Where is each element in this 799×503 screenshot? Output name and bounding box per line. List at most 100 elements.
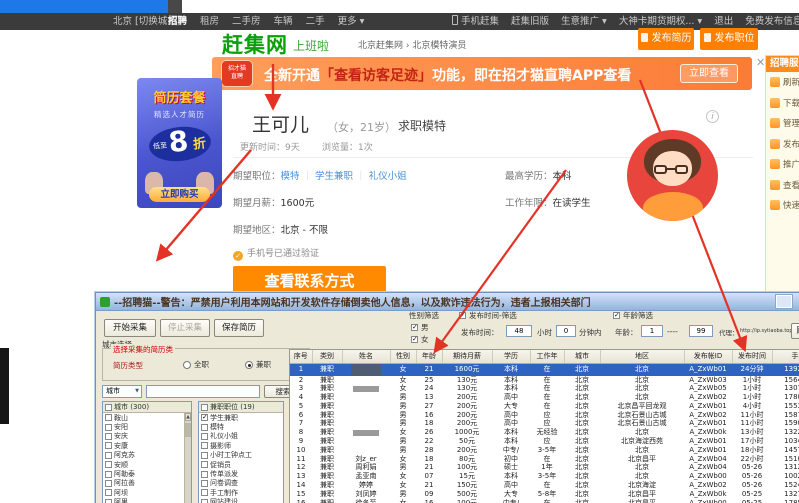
job-list-item[interactable]: 传单派发 [199,469,283,478]
column-header[interactable]: 期待月薪 [442,350,493,364]
nav-item[interactable]: 二手房 [232,13,261,30]
publish-job-button[interactable]: 发布职位 [700,28,758,50]
table-row[interactable]: 12 兼职 周利娟 男 21 100元 硕士 1年 北京 北京 A_ZxWb04 05-26 13125… [290,463,799,472]
start-collect-button[interactable]: 开始采集 [104,319,156,337]
window-control-button[interactable] [776,295,792,308]
city-list-item[interactable]: 阿里 [103,498,191,503]
city-list-item[interactable]: 安庆 [103,432,191,441]
service-item[interactable]: 快速招聘 [766,195,799,216]
column-header[interactable]: 序号 [290,350,313,364]
job-list-item[interactable]: 学生兼职 [199,413,283,422]
job-list-item[interactable]: 摄影师 [199,441,283,450]
info-icon[interactable]: i [706,110,719,123]
job-list-item[interactable]: 促销员 [199,460,283,469]
banner-view-button[interactable]: 立即查看 [680,64,738,83]
service-item[interactable]: 管理职位 [766,113,799,134]
job-list-item[interactable]: 模特 [199,422,283,431]
ganji-logo[interactable]: 赶集网 [222,29,288,59]
service-item[interactable]: 下载简历 [766,93,799,114]
city-list-item[interactable]: 安阳 [103,422,191,431]
table-row[interactable]: 3 兼职 女 24 130元 本科 在 北京 北京 A_ZxWb05 1小时 13071075 [290,384,799,393]
column-header[interactable]: 姓名 [342,350,391,364]
nav-item[interactable]: 车辆 [274,13,293,30]
nav-item[interactable]: 手机赶集 [452,13,499,30]
table-cell: A_ZxWb01 [684,363,732,376]
table-row[interactable]: 10 兼职 男 28 200元 中专/3-5年 北京 北京 A_ZxWb01 18小时 145720… [290,446,799,455]
table-cell: 50元 [459,437,475,446]
scrollbar[interactable]: ▲ [184,413,191,503]
resume-package-ad[interactable]: 简历套餐 精选人才简历 低至 8 折 立即购买 [137,78,222,208]
column-header[interactable]: 发布帐ID [684,350,733,364]
column-header[interactable]: 学历 [492,350,531,364]
column-header[interactable]: 年龄 [416,350,443,364]
table-row[interactable]: 13 兼职 孟亚南 女 07 15元 本科 3-5年 北京 北京 A_ZxWb00 05-26 1002… [290,472,799,481]
breadcrumb[interactable]: 北京赶集网 › 北京模特演员 [358,38,466,51]
refresh-button[interactable]: 刷新 [791,323,799,339]
age-filter-checkbox[interactable]: 年龄筛选 [613,310,653,321]
job-list-item[interactable]: 礼仪小姐 [199,432,283,441]
column-header[interactable]: 城市 [564,350,601,364]
city-list-item[interactable]: 阿勒泰 [103,469,191,478]
publish-resume-button[interactable]: 发布简历 [638,28,694,50]
parttime-radio[interactable]: 兼职 [245,359,271,370]
service-item[interactable]: 刷新简历 [766,72,799,93]
age-min-input[interactable] [641,325,663,337]
age-max-input[interactable] [689,325,713,337]
table-row[interactable]: 2 兼职 女 25 130元 本科 在 北京 北京 A_ZxWb03 1小时 15647235 [290,376,799,385]
table-row[interactable]: 5 兼职 男 27 200元 大专 在 北京 北京昌平回龙观 A_ZxWb01 4小时 1553822… [290,402,799,411]
save-resume-button[interactable]: 保存简历 [214,319,264,337]
table-row[interactable]: 7 兼职 男 18 200元 高中 应 北京 北京石景山古城 A_ZxWb01 11小时 159004… [290,419,799,428]
table-row[interactable]: 15 兼职 刘凤婷 男 09 500元 大专 5-8年 北京 北京昌平 A_ZxWb0k 05-25 1… [290,490,799,499]
city-list-item[interactable]: 安顺 [103,460,191,469]
nav-item[interactable]: 租房 [200,13,219,30]
hours-input[interactable] [506,325,532,337]
buy-now-button[interactable]: 立即购买 [149,187,210,202]
column-header[interactable]: 性别 [390,350,417,364]
city-list-item[interactable]: 阿克苏 [103,451,191,460]
city-list-item[interactable]: 阿坝 [103,488,191,497]
job-link[interactable]: 礼仪小姐 [369,171,407,182]
table-row[interactable]: 1兼职女211600元本科在北京北京A_ZxWb0124分钟13921473 [290,363,799,376]
service-item[interactable]: 查看简历 [766,175,799,196]
nav-item[interactable]: 二手 [306,13,325,30]
job-link[interactable]: 学生兼职 [315,171,353,182]
promo-banner[interactable]: 招才猫 直聘 全新开通「查看访客足迹」功能，即在招才猫直聘APP查看 立即查看 [212,57,752,90]
male-checkbox[interactable]: 男 [411,322,429,333]
nav-item[interactable]: 生意推广 ▾ [561,13,607,30]
female-checkbox[interactable]: 女 [411,334,429,345]
nav-item[interactable]: 招聘 [168,13,187,30]
table-row[interactable]: 14 兼职 婷婷 女 21 150元 高中 在 北京 北京海淀 A_ZxWb02 05-26 15244… [290,481,799,490]
nav-item[interactable]: 赶集旧版 [511,13,549,30]
column-header[interactable]: 手机号 [772,350,799,364]
nav-item[interactable]: 更多 ▾ [338,13,365,30]
city-list-item[interactable]: 阿拉善 [103,479,191,488]
column-header[interactable]: 发布时间 [732,350,773,364]
city-dropdown[interactable]: 城市 ▼ [102,385,142,398]
window-titlebar[interactable]: --招聘猫--警告：严禁用户利用本网站和开发软件存储倒卖他人信息，以及欺诈违法行… [96,293,799,311]
job-list-header[interactable]: 兼职职位 (19) [199,402,283,413]
job-list-item[interactable]: 手工制作 [199,488,283,497]
service-item[interactable]: 发布职位 [766,134,799,155]
job-list-item[interactable]: 问卷调查 [199,479,283,488]
job-list-item[interactable]: 小时工钟点工 [199,451,283,460]
minutes-input[interactable] [556,325,576,337]
glasses-icon [675,165,688,174]
service-item[interactable]: 推广职位 [766,154,799,175]
job-link[interactable]: 模特 [281,171,300,182]
city-list-header[interactable]: 城市 (300) [103,402,191,413]
close-icon[interactable]: ✕ [756,56,765,69]
column-header[interactable]: 工作年 [530,350,565,364]
column-header[interactable]: 地区 [600,350,685,364]
time-filter-checkbox[interactable]: 发布时间-筛选 [459,310,517,321]
city-list-item[interactable]: 安康 [103,441,191,450]
column-header[interactable]: 类别 [312,350,343,364]
search-input[interactable] [146,385,260,398]
table-row[interactable]: 4 兼职 男 13 200元 高中 在 北京 北京 A_ZxWb02 1小时 17804721 [290,393,799,402]
scroll-up-icon[interactable]: ▲ [185,413,191,421]
table-row[interactable]: 16 兼职 徐冬至 女 16 100元 中专/在 北京 北京昌平 A_ZxWb00 05-25 178… [290,499,799,503]
table-row[interactable]: 8 兼职 女 26 1000元 本科 无经验 北京 北京 A_ZxWb0k 13小时 13224442 [290,428,799,437]
job-list-item[interactable]: 网站建设 [199,498,283,503]
fulltime-radio[interactable]: 全职 [183,359,209,370]
table-row[interactable]: 9 兼职 男 22 50元 本科 应 北京 北京海淀西苑 A_ZxWb01 17小时 10345455 [290,437,799,446]
city-list-item[interactable]: 鞍山 [103,413,191,422]
